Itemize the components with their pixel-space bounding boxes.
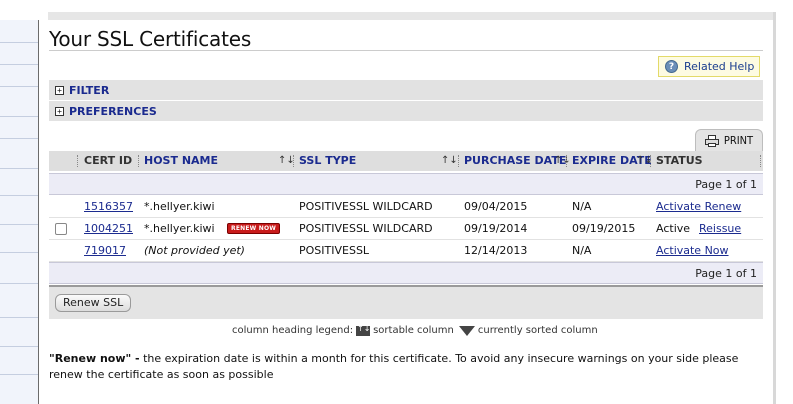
top-strip xyxy=(0,0,793,20)
content-right-edge xyxy=(773,12,776,404)
page-indicator: Page 1 of 1 xyxy=(695,267,757,280)
reissue-link[interactable]: Reissue xyxy=(699,218,741,240)
pager-bottom: Page 1 of 1 xyxy=(49,262,763,284)
column-separator xyxy=(566,155,567,167)
sidebar-divider xyxy=(0,374,38,375)
renew-now-badge[interactable]: RENEW NOW xyxy=(227,223,281,234)
column-separator xyxy=(760,155,761,167)
cert-id-link[interactable]: 1004251 xyxy=(84,218,133,240)
column-header-purchase-date[interactable]: PURCHASE DATE xyxy=(464,151,566,171)
page-indicator: Page 1 of 1 xyxy=(695,178,757,191)
sidebar-divider xyxy=(0,86,38,87)
legend-sortable: sortable column xyxy=(373,325,454,336)
preferences-section-toggle[interactable]: + PREFERENCES xyxy=(49,101,763,121)
expire-date: N/A xyxy=(572,200,592,213)
preferences-label: PREFERENCES xyxy=(69,104,157,118)
column-separator xyxy=(293,155,294,167)
legend-prefix: column heading legend: xyxy=(232,325,354,336)
sidebar-divider xyxy=(0,116,38,117)
sidebar-divider xyxy=(0,42,38,43)
print-label: PRINT xyxy=(723,134,754,147)
column-header-ssl-type[interactable]: SSL TYPE xyxy=(299,151,356,171)
print-button[interactable]: PRINT xyxy=(695,129,763,151)
filter-label: FILTER xyxy=(69,83,110,97)
note-text: the expiration date is within a month fo… xyxy=(49,352,739,381)
sidebar-divider xyxy=(0,138,38,139)
column-separator xyxy=(138,155,139,167)
ssl-type: POSITIVESSL WILDCARD xyxy=(299,200,433,213)
host-name: (Not provided yet) xyxy=(144,244,245,257)
top-gray-bar xyxy=(48,12,775,20)
sortable-column-icon xyxy=(356,324,370,336)
expire-date: N/A xyxy=(572,244,592,257)
sidebar-divider xyxy=(0,224,38,225)
sidebar-divider xyxy=(0,252,38,253)
row-select-checkbox[interactable] xyxy=(55,223,67,235)
sidebar-divider xyxy=(0,64,38,65)
legend-sorted: currently sorted column xyxy=(477,325,598,336)
content-left-border xyxy=(38,20,39,404)
expand-plus-icon: + xyxy=(55,106,64,116)
printer-icon xyxy=(704,134,719,147)
action-bar: Renew SSL xyxy=(49,285,763,319)
sidebar-divider xyxy=(0,195,38,196)
pager-top: Page 1 of 1 xyxy=(49,173,763,195)
filter-section-toggle[interactable]: + FILTER xyxy=(49,80,763,100)
related-help-link[interactable]: ? Related Help xyxy=(658,56,760,77)
left-sidebar xyxy=(0,20,39,404)
purchase-date: 12/14/2013 xyxy=(464,244,528,257)
note-heading: "Renew now" - xyxy=(49,352,140,365)
column-header-status: STATUS xyxy=(656,154,703,167)
host-name: *.hellyer.kiwi xyxy=(144,222,215,235)
expire-date: 09/19/2015 xyxy=(572,222,636,235)
sidebar-divider xyxy=(0,168,38,169)
cert-id-link[interactable]: 1516357 xyxy=(84,196,133,218)
sorted-column-icon xyxy=(458,325,475,336)
purchase-date: 09/04/2015 xyxy=(464,200,528,213)
table-header: CERT ID HOST NAME ↑↓ SSL TYPE ↑↓ PURCHAS… xyxy=(49,151,763,171)
renew-now-note: "Renew now" - the expiration date is wit… xyxy=(49,351,763,383)
sidebar-divider xyxy=(0,317,38,318)
column-legend: column heading legend: sortable column c… xyxy=(232,324,598,337)
column-header-host-name[interactable]: HOST NAME xyxy=(144,151,218,171)
column-separator xyxy=(458,155,459,167)
table-row: 1004251 *.hellyer.kiwi RENEW NOW POSITIV… xyxy=(49,218,763,240)
sidebar-divider xyxy=(0,346,38,347)
table-row: 719017 (Not provided yet) POSITIVESSL 12… xyxy=(49,240,763,262)
sidebar-divider xyxy=(0,283,38,284)
activate-now-link[interactable]: Activate Now xyxy=(656,240,729,262)
related-help-label: Related Help xyxy=(684,60,755,73)
activate-renew-link[interactable]: Activate Renew xyxy=(656,196,741,218)
table-row: 1516357 *.hellyer.kiwi POSITIVESSL WILDC… xyxy=(49,196,763,218)
ssl-type: POSITIVESSL WILDCARD xyxy=(299,222,433,235)
sort-arrows-icon[interactable]: ↑↓ xyxy=(441,151,458,171)
host-name: *.hellyer.kiwi xyxy=(144,200,215,213)
page-title: Your SSL Certificates xyxy=(49,27,252,51)
column-separator xyxy=(77,155,78,167)
status-text: Active xyxy=(656,222,691,235)
title-divider xyxy=(49,50,763,51)
renew-ssl-button[interactable]: Renew SSL xyxy=(55,294,132,312)
expand-plus-icon: + xyxy=(55,85,64,95)
help-question-icon: ? xyxy=(665,60,678,73)
cert-id-link[interactable]: 719017 xyxy=(84,240,126,262)
column-separator xyxy=(650,155,651,167)
column-header-cert-id: CERT ID xyxy=(84,154,133,167)
purchase-date: 09/19/2014 xyxy=(464,222,528,235)
ssl-type: POSITIVESSL xyxy=(299,244,370,257)
sort-arrows-icon[interactable]: ↑↓ xyxy=(554,151,571,171)
